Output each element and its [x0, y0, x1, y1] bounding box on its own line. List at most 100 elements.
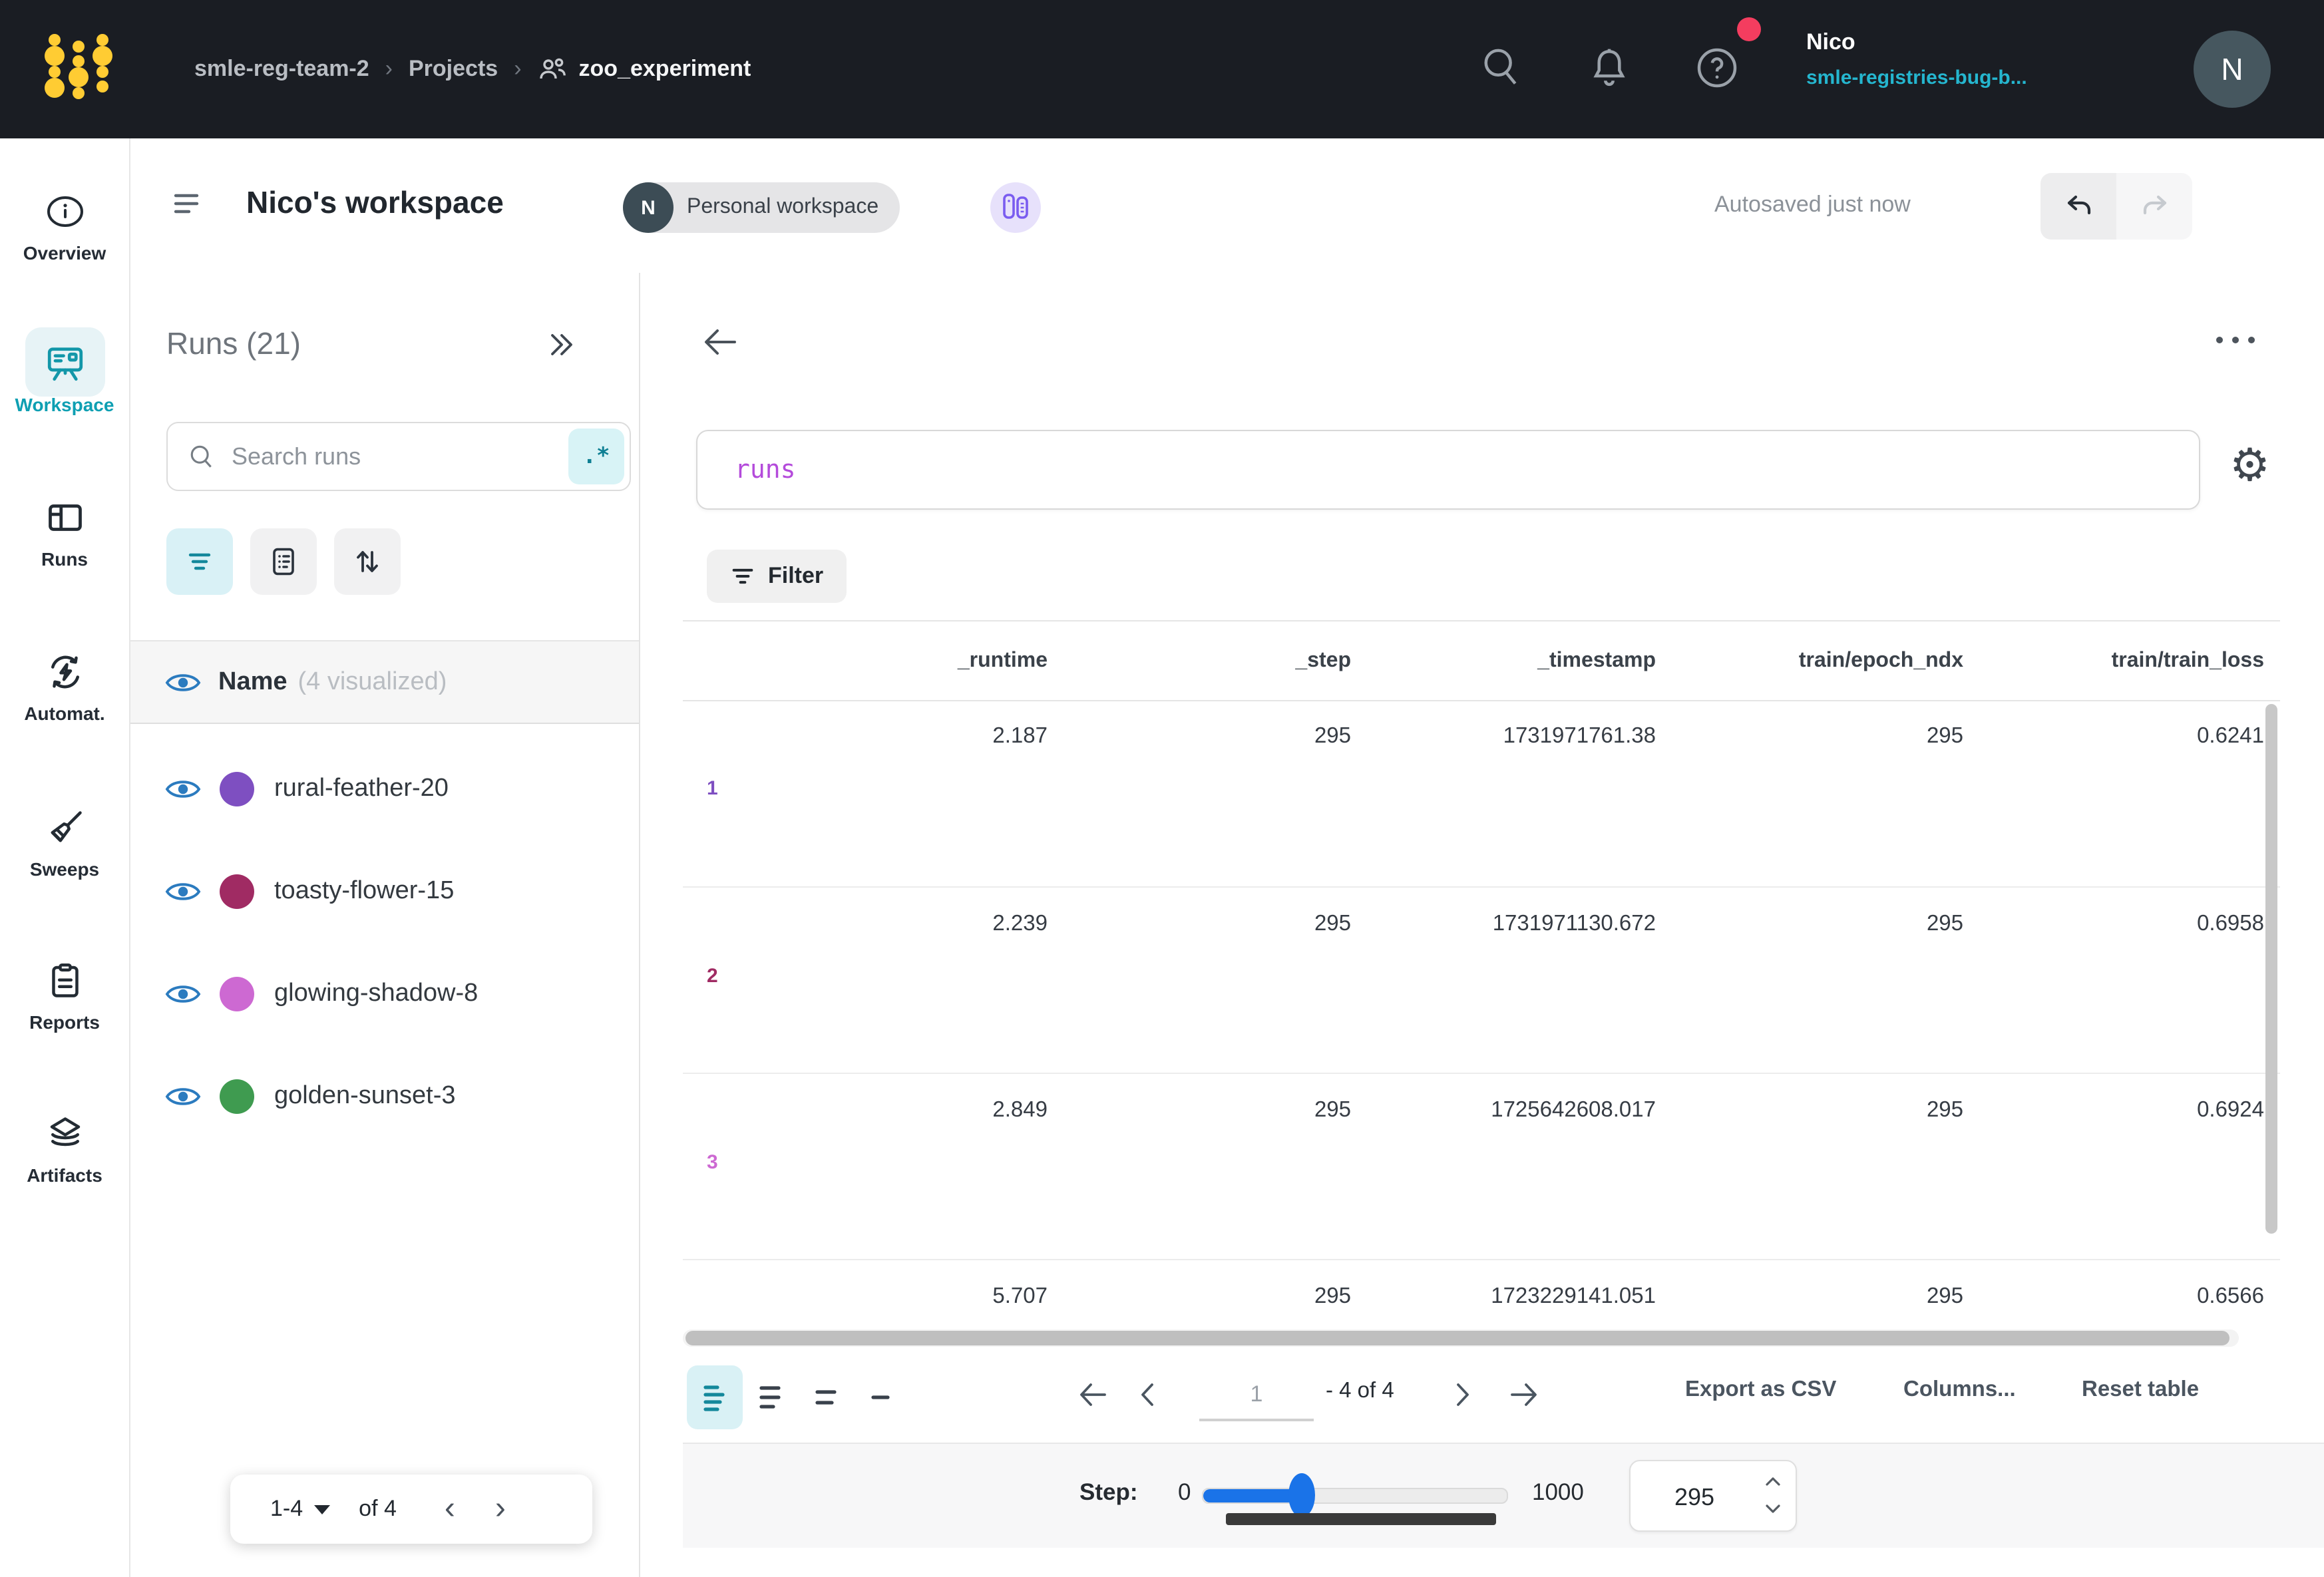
filter-lines-button[interactable]: [166, 528, 233, 595]
slider-range-bar: [1226, 1513, 1496, 1525]
personal-workspace-badge[interactable]: N Personal workspace: [623, 182, 900, 233]
reset-table-button[interactable]: Reset table: [2082, 1377, 2199, 1403]
autosave-status: Autosaved just now: [1714, 192, 1911, 218]
row-index[interactable]: 3: [707, 1151, 718, 1174]
vertical-scrollbar[interactable]: [2265, 704, 2277, 1234]
collapse-panel-icon[interactable]: [543, 329, 578, 361]
nav-user-block[interactable]: Nico smle-registries-bug-b...: [1806, 29, 2027, 89]
avatar[interactable]: N: [2194, 31, 2271, 108]
column-header[interactable]: _runtime: [747, 649, 1050, 673]
columns-button[interactable]: Columns...: [1903, 1377, 2016, 1403]
query-expression-box[interactable]: runs: [696, 430, 2200, 510]
wandb-logo-icon[interactable]: [41, 27, 116, 101]
prev-page-button[interactable]: ‹: [445, 1490, 455, 1528]
run-list-item[interactable]: glowing-shadow-8: [130, 957, 639, 1031]
step-label: Step:: [1079, 1479, 1138, 1506]
eye-icon[interactable]: [165, 1085, 201, 1109]
eye-icon[interactable]: [165, 670, 201, 694]
sidebar-item-reports[interactable]: Reports: [0, 958, 129, 1033]
runs-panel: Runs (21) .*: [130, 273, 640, 1577]
column-header[interactable]: train/epoch_ndx: [1658, 649, 1966, 673]
sidebar-item-runs[interactable]: Runs: [0, 495, 129, 570]
breadcrumb-project[interactable]: zoo_experiment: [579, 56, 751, 83]
step-min-label: 0: [1178, 1479, 1191, 1506]
workspace-panels-icon[interactable]: [990, 182, 1041, 233]
table-row[interactable]: 2.187 295 1731971761.38 295 0.6241 1: [683, 700, 2280, 886]
undo-button[interactable]: [2040, 173, 2116, 240]
step-decrement-icon[interactable]: [1761, 1500, 1785, 1518]
run-list-item[interactable]: golden-sunset-3: [130, 1059, 639, 1134]
chevron-down-icon[interactable]: [313, 1504, 329, 1514]
row-height-large-button[interactable]: [799, 1365, 855, 1429]
sidebar-item-automations[interactable]: Automat.: [0, 649, 129, 724]
step-slider[interactable]: [1202, 1488, 1508, 1504]
row-index[interactable]: 2: [707, 965, 718, 987]
next-page-button[interactable]: [1452, 1377, 1473, 1412]
breadcrumb-separator: ›: [369, 56, 409, 83]
bell-icon[interactable]: [1587, 43, 1632, 90]
step-value-box: [1629, 1460, 1797, 1532]
run-list-item[interactable]: rural-feather-20: [130, 752, 639, 826]
run-color-dot: [220, 772, 254, 806]
column-header[interactable]: train/train_loss: [1966, 649, 2267, 673]
filter-button[interactable]: Filter: [707, 550, 846, 603]
step-increment-icon[interactable]: [1761, 1472, 1785, 1490]
workspace-badge-label: Personal workspace: [687, 196, 878, 220]
back-arrow-button[interactable]: [700, 323, 740, 361]
first-page-button[interactable]: [1077, 1377, 1109, 1412]
sidebar-item-workspace[interactable]: Workspace: [0, 341, 129, 415]
hamburger-menu-icon[interactable]: [170, 188, 202, 220]
column-header[interactable]: _timestamp: [1354, 649, 1658, 673]
page-range-dropdown[interactable]: 1-4: [270, 1496, 303, 1522]
breadcrumb: smle-reg-team-2 › Projects › zoo_experim…: [194, 56, 751, 83]
info-icon: [0, 189, 129, 234]
panel-overflow-menu-icon[interactable]: [2216, 337, 2255, 343]
horizontal-scrollbar[interactable]: [683, 1329, 2239, 1347]
run-color-dot: [220, 1079, 254, 1114]
eye-icon[interactable]: [165, 777, 201, 801]
sort-button[interactable]: [334, 528, 401, 595]
clipboard-icon: [0, 958, 129, 1003]
redo-button[interactable]: [2116, 173, 2192, 240]
step-value-input[interactable]: [1631, 1461, 1758, 1533]
run-name: toasty-flower-15: [274, 877, 454, 906]
sidebar-item-overview[interactable]: Overview: [0, 189, 129, 263]
run-color-dot: [220, 977, 254, 1011]
next-page-button[interactable]: ›: [495, 1490, 506, 1528]
eye-icon[interactable]: [165, 880, 201, 904]
table-row[interactable]: 2.239 295 1731971130.672 295 0.6958 2: [683, 886, 2280, 1074]
help-icon[interactable]: [1693, 43, 1741, 93]
row-height-small-button[interactable]: [687, 1365, 743, 1429]
step-slider-bar: Step: 0 1000: [683, 1443, 2324, 1548]
slider-thumb[interactable]: [1288, 1473, 1315, 1517]
run-settings-button[interactable]: [250, 528, 317, 595]
prev-page-button[interactable]: [1137, 1377, 1158, 1412]
column-header[interactable]: _step: [1050, 649, 1354, 673]
breadcrumb-projects[interactable]: Projects: [409, 56, 498, 83]
table-row[interactable]: 2.849 295 1725642608.017 295 0.6924 3: [683, 1073, 2280, 1260]
table-row[interactable]: 5.707 295 1723229141.051 295 0.6566 4: [683, 1259, 2280, 1325]
row-index[interactable]: 1: [707, 777, 718, 800]
last-page-button[interactable]: [1508, 1377, 1540, 1412]
search-icon[interactable]: [1477, 43, 1523, 90]
query-text: runs: [735, 455, 796, 484]
search-input[interactable]: [229, 441, 568, 472]
page-number-input[interactable]: [1199, 1371, 1314, 1421]
sidebar-item-sweeps[interactable]: Sweeps: [0, 805, 129, 880]
run-name: rural-feather-20: [274, 775, 449, 804]
row-height-xlarge-button[interactable]: [855, 1365, 910, 1429]
sidebar-item-artifacts[interactable]: Artifacts: [0, 1111, 129, 1186]
regex-toggle-button[interactable]: .*: [568, 429, 624, 484]
filter-lines-icon: [729, 563, 756, 590]
layers-icon: [0, 1111, 129, 1156]
export-csv-button[interactable]: Export as CSV: [1685, 1377, 1836, 1403]
row-height-medium-button[interactable]: [743, 1365, 799, 1429]
eye-icon[interactable]: [165, 982, 201, 1006]
run-list-item[interactable]: toasty-flower-15: [130, 854, 639, 929]
team-members-icon: [538, 56, 567, 83]
user-org-link[interactable]: smle-registries-bug-b...: [1806, 67, 2027, 89]
run-list-header[interactable]: Name (4 visualized): [130, 640, 639, 724]
gear-icon[interactable]: ⚙: [2229, 443, 2270, 488]
breadcrumb-team[interactable]: smle-reg-team-2: [194, 56, 369, 83]
notification-badge: [1737, 17, 1761, 41]
